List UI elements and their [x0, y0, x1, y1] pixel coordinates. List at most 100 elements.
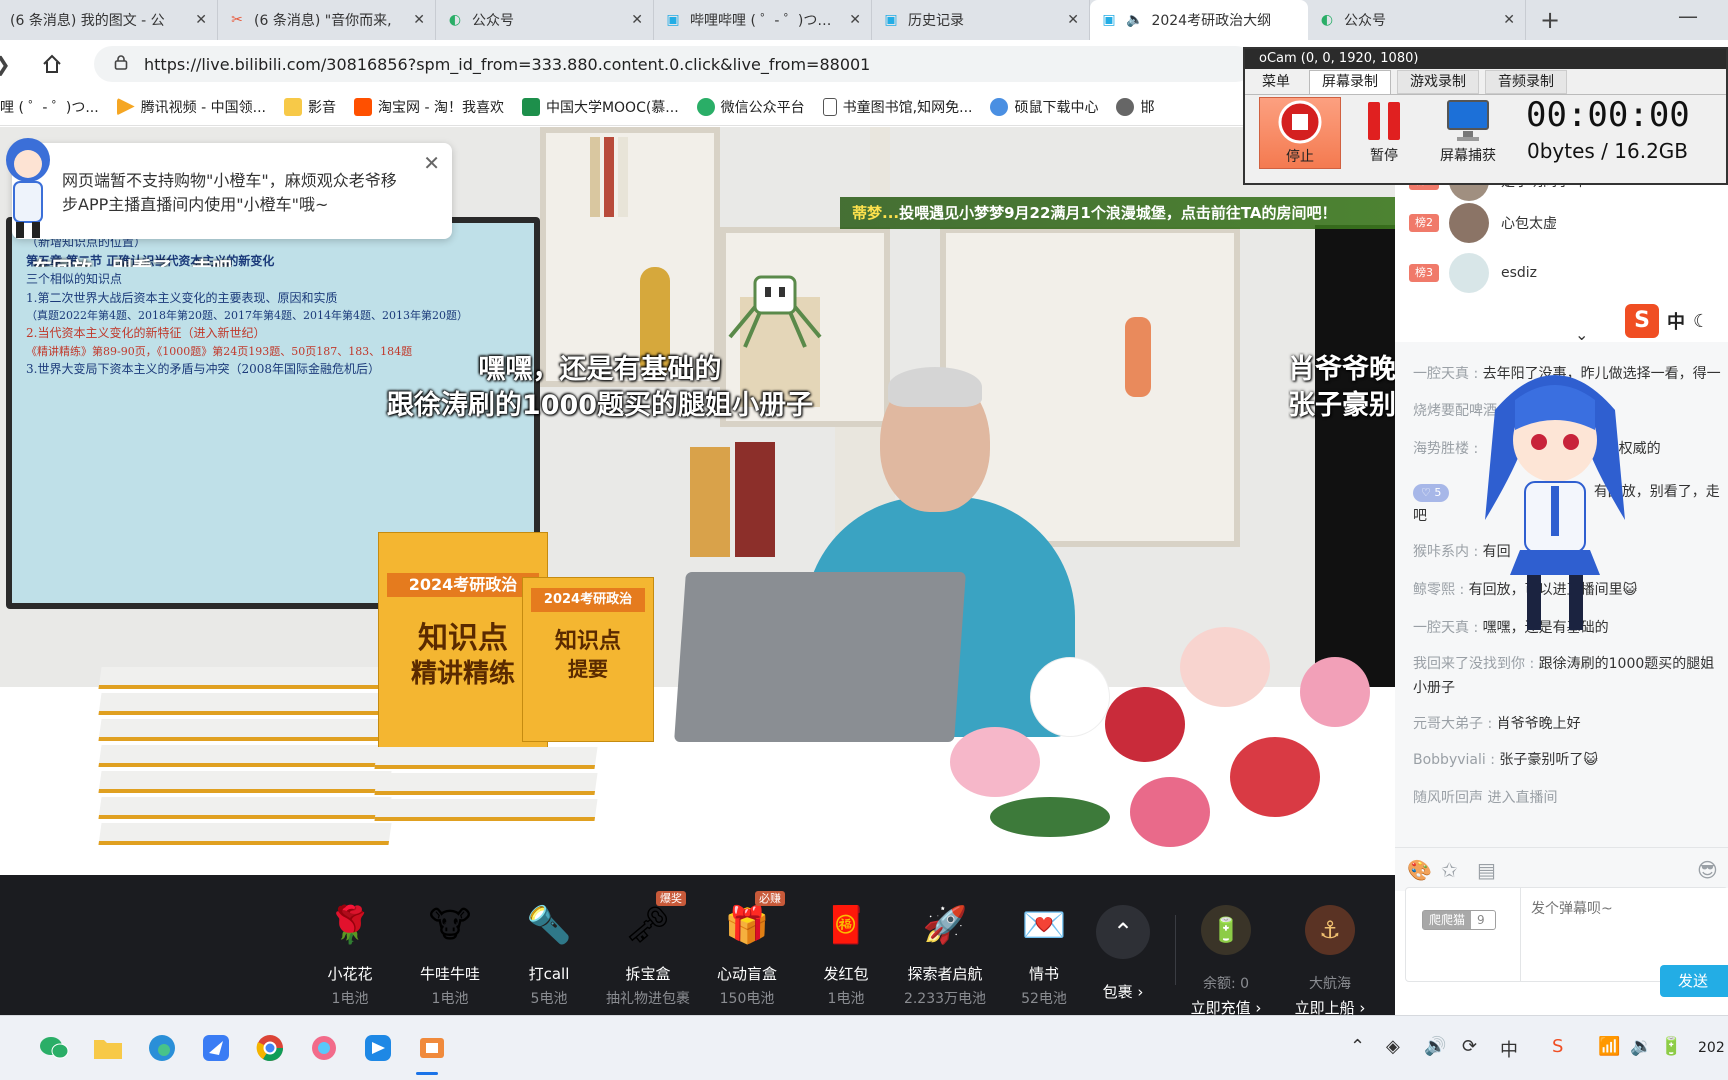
tab-title: 历史记录: [908, 13, 964, 29]
live-video[interactable]: （新增知识点的位置） 第五章 第二节 正确认识当代资本主义的新变化 三个相似的知…: [0, 127, 1395, 875]
chat-user[interactable]: 我回来了没找到你: [1413, 656, 1525, 672]
tv-line: 1.第二次世界大战后资本主义变化的主要表现、原因和实质: [26, 290, 338, 305]
tab-3[interactable]: ◐ 公众号 ✕: [436, 0, 654, 40]
gift-red-packet[interactable]: 🧧 发红包 1电池: [796, 895, 896, 1008]
pause-button[interactable]: 暂停: [1343, 97, 1425, 169]
chat-user[interactable]: 海势胜楼: [1413, 441, 1469, 457]
tab-2[interactable]: ✂ (6 条消息) "音你而来, ✕: [218, 0, 436, 40]
chat-user[interactable]: 随风听回声: [1413, 790, 1483, 806]
chat-user[interactable]: 鲸零熙: [1413, 582, 1455, 598]
flower-bouquet: [930, 597, 1390, 875]
gift-love-letter[interactable]: 💌 情书 52电池: [994, 895, 1094, 1008]
close-icon[interactable]: ✕: [849, 12, 861, 28]
palette-icon[interactable]: 🎨: [1407, 858, 1432, 882]
flower: [1180, 627, 1270, 707]
close-icon[interactable]: ✕: [423, 151, 440, 175]
sync-icon[interactable]: ⟳: [1462, 1036, 1477, 1057]
emoji-icon[interactable]: 😎: [1697, 858, 1718, 882]
minimize-button[interactable]: —: [1678, 4, 1698, 28]
gift-treasure-box[interactable]: 爆奖 🗝 拆宝盒 抽礼物进包裹: [598, 891, 698, 1008]
chevron-up-icon[interactable]: ⌃: [1096, 905, 1150, 959]
bookmark-item[interactable]: 中国大学MOOC(慕...: [521, 97, 679, 117]
bookmark-item[interactable]: 淘宝网 - 淘！我喜欢: [354, 97, 504, 117]
capture-button[interactable]: 屏幕捕获: [1427, 97, 1509, 169]
fan-medal[interactable]: 爬爬猫 9: [1422, 910, 1496, 930]
lock-icon[interactable]: [114, 54, 128, 74]
stacked-book: [98, 797, 392, 819]
balance-text: 余额: 0: [1202, 976, 1250, 992]
url-field[interactable]: https://live.bilibili.com/30816856?spm_i…: [94, 46, 1254, 82]
gift-explorer[interactable]: 🚀 探索者启航 2.233万电池: [895, 895, 995, 1008]
ocam-taskbar-icon[interactable]: [412, 1028, 452, 1068]
feishu-icon[interactable]: [196, 1028, 236, 1068]
volume-icon[interactable]: 🔉: [1630, 1036, 1652, 1057]
gift-price: 抽礼物进包裹: [606, 991, 690, 1007]
close-icon[interactable]: ✕: [631, 12, 643, 28]
rank-row[interactable]: 榜2 心包太虚: [1409, 201, 1557, 245]
bookmark-label: 腾讯视频 - 中国领...: [140, 99, 266, 116]
gift-badge: 必赚: [755, 891, 785, 906]
clock[interactable]: 202: [1698, 1040, 1728, 1056]
app-icon[interactable]: [304, 1028, 344, 1068]
new-tab-button[interactable]: +: [1534, 4, 1566, 36]
speaker-icon[interactable]: 🔊: [1424, 1036, 1446, 1057]
close-icon[interactable]: ✕: [1067, 12, 1079, 28]
ocam-tab-menu[interactable]: 菜单: [1249, 70, 1303, 94]
back-icon[interactable]: ❯: [0, 52, 14, 76]
gift-broadcast-banner[interactable]: 蒂梦...投喂遇见小梦梦9月22满月1个浪漫城堡，点击前往TA的房间吧！: [840, 197, 1395, 229]
tab-4[interactable]: ▣ 哔哩哔哩 ( ゜- ゜)つロ 千 ✕: [654, 0, 872, 40]
chat-user[interactable]: 一腔天真: [1413, 620, 1469, 636]
stop-button[interactable]: 停止: [1259, 97, 1341, 169]
gift-call[interactable]: 🔦 打call 5电池: [499, 895, 599, 1008]
gift-flower[interactable]: 🌹 小花花 1电池: [300, 895, 400, 1008]
chat-user[interactable]: 元哥大弟子: [1413, 716, 1483, 732]
ocam-tab-audio[interactable]: 音频录制: [1485, 70, 1567, 94]
chat-user[interactable]: 猴咔系内: [1413, 544, 1469, 560]
stacked-book: [98, 667, 392, 689]
tab-6-active[interactable]: ▣ 🔈 2024考研政治大纲: [1090, 0, 1308, 40]
chrome-icon[interactable]: [250, 1028, 290, 1068]
close-icon[interactable]: ✕: [1503, 12, 1515, 28]
dingtalk-icon[interactable]: [358, 1028, 398, 1068]
pack-button[interactable]: 包裹 ›: [1090, 981, 1156, 1002]
tab-5[interactable]: ▣ 历史记录 ✕: [872, 0, 1090, 40]
bookmark-item[interactable]: 硕鼠下载中心: [990, 97, 1098, 117]
rank-row[interactable]: 榜3 esdiz: [1409, 251, 1537, 295]
gift-blind-box[interactable]: 必赚 🎁 心动盲盒 150电池: [697, 891, 797, 1008]
gift-name: 拆宝盒: [625, 965, 671, 983]
ocam-tab-game[interactable]: 游戏录制: [1397, 70, 1479, 94]
captain-block: ⚓ 大航海 立即上船 ›: [1280, 905, 1380, 1018]
close-icon[interactable]: ✕: [413, 12, 425, 28]
edge-icon[interactable]: [142, 1028, 182, 1068]
comment-icon[interactable]: ▤: [1477, 858, 1496, 882]
folder-icon[interactable]: [88, 1028, 128, 1068]
ime-icon[interactable]: 中: [1500, 1036, 1518, 1062]
home-icon[interactable]: [32, 44, 72, 84]
wechat-icon[interactable]: [34, 1028, 74, 1068]
network-app-icon[interactable]: ◈: [1386, 1036, 1400, 1057]
send-button[interactable]: 发送: [1660, 965, 1728, 997]
tab-1[interactable]: (6 条消息) 我的图文 - 公 ✕: [0, 0, 218, 40]
chevron-up-icon[interactable]: ⌃: [1350, 1036, 1365, 1057]
bookmark-folder[interactable]: 影音: [284, 97, 336, 117]
wifi-icon[interactable]: 📶: [1598, 1036, 1620, 1057]
ocam-tab-screen[interactable]: 屏幕录制: [1309, 70, 1391, 94]
sogou-tray-icon[interactable]: S: [1552, 1036, 1563, 1057]
bookmark-item[interactable]: 微信公众平台: [696, 97, 805, 117]
speaker-icon[interactable]: 🔈: [1126, 12, 1143, 28]
moon-icon: ☾: [1693, 310, 1710, 332]
bookmark-label: 书童图书馆,知网免...: [842, 99, 973, 116]
chat-user[interactable]: 一腔天真: [1413, 366, 1469, 382]
bookmark-item[interactable]: 书童图书馆,知网免...: [822, 97, 973, 117]
chat-user[interactable]: Bobbyviali: [1413, 752, 1486, 768]
gift-cow[interactable]: 🐮 牛哇牛哇 1电池: [400, 895, 500, 1008]
bookmark-item[interactable]: 腾讯视频 - 中国领...: [116, 97, 266, 117]
ime-toolbar[interactable]: S 中 ☾: [1625, 302, 1728, 340]
close-icon[interactable]: ✕: [195, 12, 207, 28]
sticker-icon[interactable]: ✩: [1441, 858, 1458, 882]
bookmark-item[interactable]: 邯: [1116, 97, 1154, 117]
bilibili-icon: ▣: [1102, 12, 1116, 28]
tab-7[interactable]: ◐ 公众号 ✕: [1308, 0, 1526, 40]
bookmark-item[interactable]: 哩 ( ゜- ゜)つ...: [0, 97, 99, 117]
battery-icon[interactable]: 🔋: [1660, 1036, 1682, 1057]
